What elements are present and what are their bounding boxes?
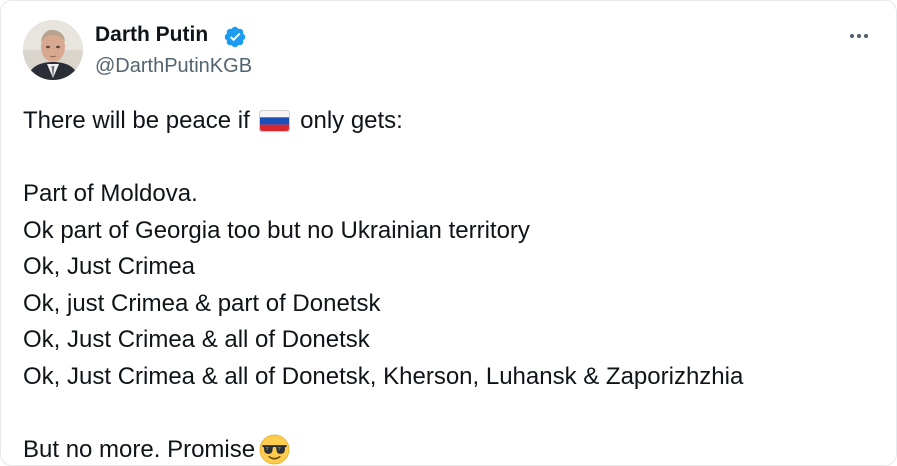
tweet-closing-text: But no more. Promise: [23, 435, 256, 463]
avatar-photo: [23, 20, 83, 80]
tweet-line: Part of Moldova.: [23, 180, 198, 207]
tweet-line: Ok, Just Crimea & all of Donetsk: [23, 326, 370, 353]
tweet-line: Ok, just Crimea & part of Donetsk: [23, 289, 381, 317]
russia-flag-icon: [259, 107, 291, 144]
tweet-line: Ok, Just Crimea & all of Donetsk, Kherso…: [23, 362, 744, 390]
tweet-line: Ok, Just Crimea: [23, 253, 196, 280]
more-horizontal-icon[interactable]: [845, 24, 873, 48]
author-handle[interactable]: @DarthPutinKGB: [95, 55, 252, 78]
tweet-text: There will be peace if only gets: Part o…: [23, 103, 743, 466]
tweet-card: Darth Putin @DarthPutinKGB There will be…: [0, 0, 897, 466]
tweet-line-intro: There will be peace if only gets:: [23, 103, 743, 140]
tweet-line: Ok part of Georgia too but no Ukrainian …: [23, 216, 530, 244]
tweet-intro-after-flag: only gets:: [293, 107, 403, 134]
verified-badge-icon[interactable]: [223, 25, 247, 49]
tweet-intro-before-flag: There will be peace if: [23, 107, 257, 134]
author-name[interactable]: Darth Putin: [95, 23, 208, 47]
author-avatar[interactable]: [23, 20, 83, 80]
sunglasses-emoji-icon: [259, 434, 290, 466]
tweet-line-closing: But no more. Promise: [23, 432, 743, 466]
